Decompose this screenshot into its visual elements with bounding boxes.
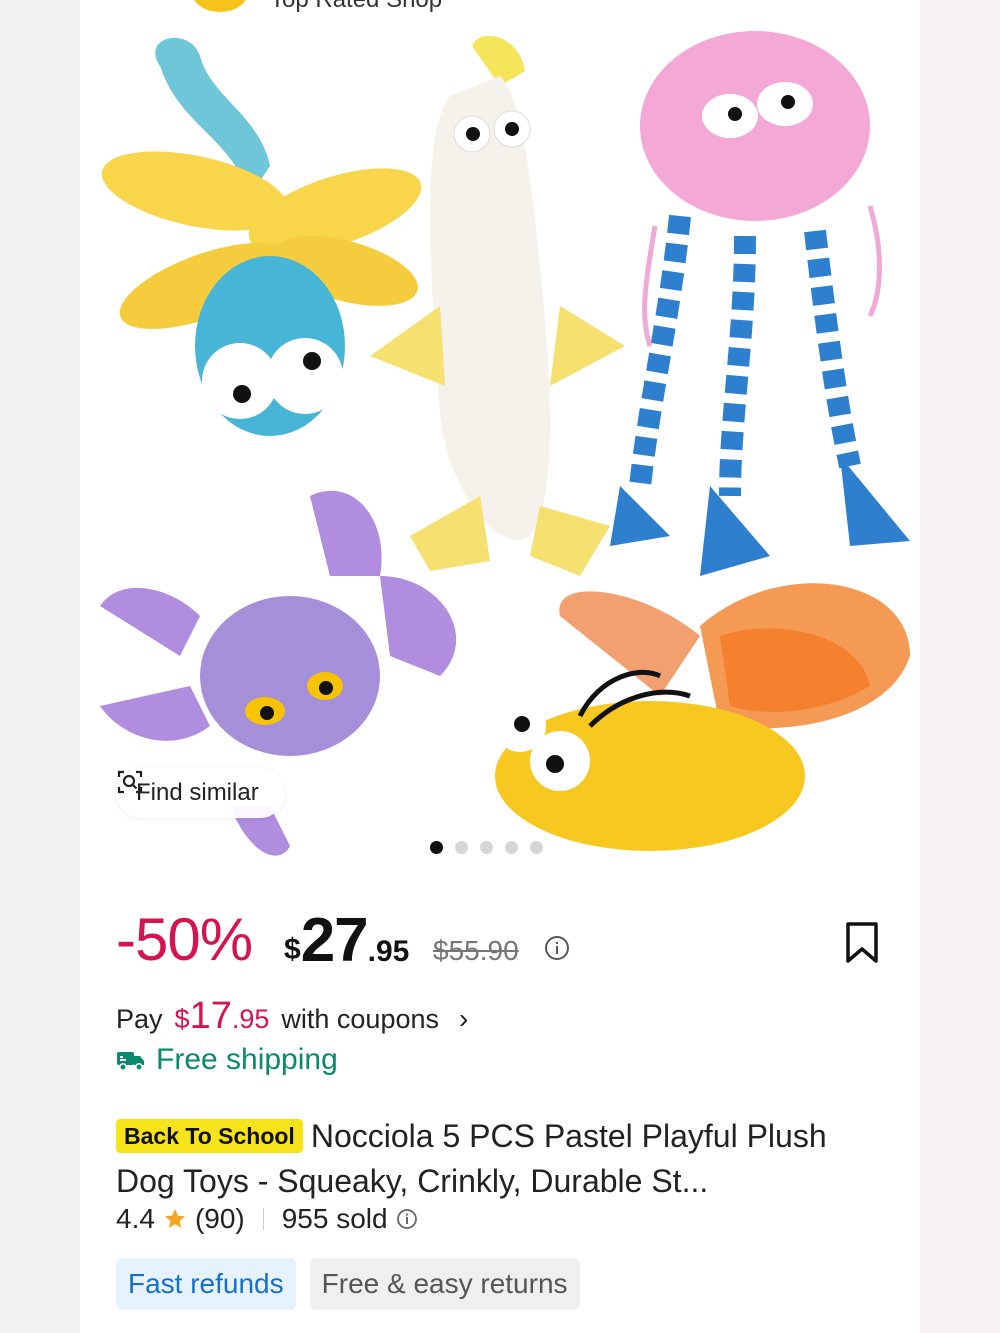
bee-toy-image (494, 583, 910, 851)
shop-name[interactable]: Top Rated Shop (270, 0, 442, 14)
rating-count: (90) (194, 1203, 245, 1234)
coupon-price: $17.95 (175, 995, 270, 1038)
coupon-integer: 17 (189, 995, 232, 1037)
rating-row[interactable]: 4.4 (90) 955 sold (116, 1203, 418, 1235)
free-shipping-label: Free shipping (156, 1043, 338, 1076)
coupon-row[interactable]: Pay $17.95 with coupons › (116, 995, 468, 1038)
shipping-row: Free shipping (116, 1043, 338, 1077)
divider (262, 1208, 264, 1230)
price-row: -50% $27.95 $55.90 (116, 905, 886, 985)
discount-label: -50% (116, 906, 253, 973)
find-similar-label: Find similar (136, 779, 259, 806)
gallery-pagination (430, 841, 543, 854)
shop-logo[interactable] (192, 0, 248, 12)
promo-badge: Back To School (116, 1119, 303, 1153)
jellyfish-toy-image (610, 31, 910, 576)
gallery-dot[interactable] (505, 841, 518, 854)
chevron-right-icon[interactable]: › (459, 1003, 468, 1035)
sold-info-icon[interactable] (396, 1208, 418, 1230)
bookmark-icon[interactable] (844, 921, 880, 965)
gallery-dot[interactable] (455, 841, 468, 854)
rating-score: 4.4 (116, 1203, 155, 1234)
product-image-gallery[interactable]: Find similar (80, 16, 920, 876)
product-title-block[interactable]: Back To School Nocciola 5 PCS Pastel Play… (116, 1115, 886, 1202)
price-currency: $ (284, 933, 301, 966)
sold-count: 955 sold (281, 1203, 388, 1234)
dragonfly-toy-image (101, 37, 422, 436)
easy-returns-tag[interactable]: Free & easy returns (309, 1258, 580, 1310)
star-icon (164, 1209, 185, 1228)
find-similar-button[interactable]: Find similar (116, 768, 285, 818)
sale-price: $27.95 (284, 905, 409, 976)
coupon-prefix: Pay (116, 1004, 163, 1034)
gallery-dot[interactable] (480, 841, 493, 854)
gallery-dot[interactable] (430, 841, 443, 854)
truck-icon (117, 1052, 144, 1071)
gallery-dot[interactable] (530, 841, 543, 854)
coupon-suffix: with coupons (281, 1004, 439, 1034)
price-integer: 27 (300, 906, 369, 975)
search-similar-icon (117, 770, 143, 794)
service-tags: Fast refunds Free & easy returns (116, 1258, 580, 1310)
fast-refunds-tag[interactable]: Fast refunds (116, 1258, 296, 1310)
product-page: Top Rated Shop (80, 0, 920, 1333)
duck-toy-image (370, 35, 625, 576)
coupon-cents: .95 (231, 1004, 270, 1034)
original-price: $55.90 (433, 935, 519, 966)
product-image (100, 31, 910, 856)
price-cents: .95 (367, 935, 410, 968)
coupon-currency: $ (174, 1004, 190, 1034)
info-icon[interactable] (544, 935, 570, 961)
top-header: Top Rated Shop (80, 0, 920, 16)
